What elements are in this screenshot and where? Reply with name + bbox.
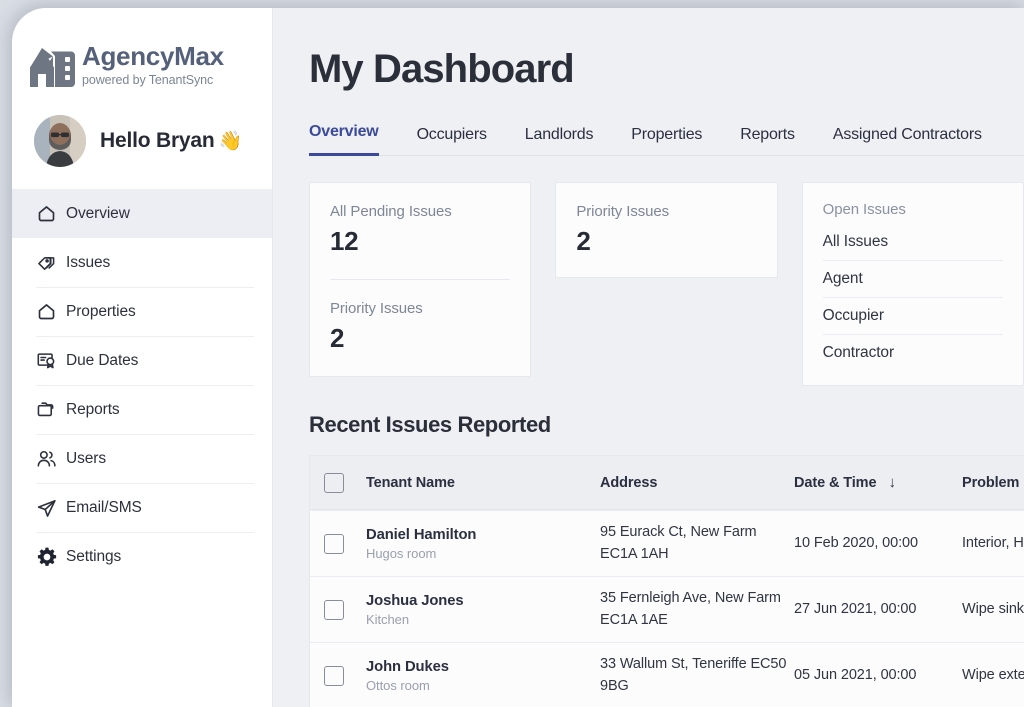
row-select-cell — [310, 533, 366, 554]
tags-icon — [36, 252, 66, 274]
card-priority-issues[interactable]: Priority Issues 2 — [555, 182, 778, 278]
sidebar-item-label: Reports — [66, 400, 120, 418]
stat-label: Priority Issues — [330, 300, 423, 317]
cell-tenant-name: Daniel Hamilton Hugos room — [366, 527, 600, 561]
tenant-name: John Dukes — [366, 658, 449, 675]
cell-tenant-name: Joshua Jones Kitchen — [366, 593, 600, 627]
stat-value: 2 — [576, 226, 591, 256]
wave-emoji: 👋 — [218, 131, 243, 152]
sidebar-item-settings[interactable]: Settings — [12, 532, 272, 581]
cell-problem: Interior, Hob — [962, 534, 1024, 551]
send-icon — [36, 497, 66, 519]
card-open-issues: Open Issues All Issues Agent Occupier Co… — [801, 182, 1024, 386]
home-icon — [36, 203, 66, 224]
sidebar: AgencyMax powered by TenantSync Hello Br… — [12, 8, 273, 707]
sidebar-item-label: Issues — [66, 253, 111, 271]
sidebar-item-properties[interactable]: Properties — [12, 287, 272, 336]
sidebar-item-due-dates[interactable]: Due Dates — [12, 336, 272, 385]
row-checkbox[interactable] — [324, 665, 344, 686]
column-header-date-time[interactable]: Date & Time ↓ — [794, 475, 962, 491]
sidebar-item-issues[interactable]: Issues — [12, 238, 272, 287]
sidebar-item-label: Overview — [66, 204, 130, 222]
cell-date-time: 05 Jun 2021, 00:00 — [794, 666, 917, 683]
cell-problem: Wipe exterior refrigerator — [962, 666, 1024, 683]
sidebar-nav: Overview Issues Properties Due Dates Rep… — [12, 189, 272, 581]
table-header-row: Tenant Name Address Date & Time ↓ Proble… — [310, 456, 1024, 510]
tab-assigned-contractors[interactable]: Assigned Contractors — [833, 126, 982, 156]
cell-date-time: 27 Jun 2021, 00:00 — [794, 600, 917, 617]
brand-tagline: powered by TenantSync — [82, 73, 214, 88]
select-all-cell — [310, 472, 366, 493]
greeting-text: Hello Bryan 👋 — [100, 129, 242, 153]
cell-date-time: 10 Feb 2020, 00:00 — [794, 534, 918, 551]
row-select-cell — [310, 599, 366, 620]
sidebar-item-email-sms[interactable]: Email/SMS — [12, 483, 272, 532]
row-select-cell — [310, 665, 366, 686]
open-issues-item-all[interactable]: All Issues — [823, 224, 1003, 260]
sidebar-item-label: Email/SMS — [66, 498, 142, 516]
tab-overview[interactable]: Overview — [309, 123, 379, 156]
tab-reports[interactable]: Reports — [740, 126, 795, 156]
avatar[interactable] — [34, 115, 86, 167]
open-issues-item-occupier[interactable]: Occupier — [822, 297, 1003, 334]
open-issues-item-agent[interactable]: Agent — [822, 260, 1003, 297]
home-icon — [36, 301, 66, 322]
column-header-address[interactable]: Address — [600, 475, 794, 491]
open-issues-item-contractor[interactable]: Contractor — [822, 334, 1003, 371]
users-icon — [36, 448, 66, 470]
stat-value: 12 — [330, 226, 359, 256]
tab-properties[interactable]: Properties — [631, 126, 702, 156]
user-greeting: Hello Bryan 👋 — [12, 93, 272, 167]
certificate-icon — [36, 350, 66, 372]
table-row[interactable]: John Dukes Ottos room 33 Wallum St, Tene… — [310, 642, 1024, 707]
column-header-problem[interactable]: Problem — [962, 475, 1024, 491]
cell-address: 33 Wallum St, Teneriffe EC50 9BG — [600, 656, 787, 694]
sidebar-item-reports[interactable]: Reports — [12, 385, 272, 434]
stat-value: 2 — [330, 323, 345, 353]
column-header-tenant-name[interactable]: Tenant Name — [366, 475, 600, 491]
tenant-room: Hugos room — [366, 545, 437, 561]
cell-tenant-name: John Dukes Ottos room — [366, 659, 600, 693]
sidebar-item-overview[interactable]: Overview — [12, 189, 272, 238]
tab-occupiers[interactable]: Occupiers — [417, 126, 487, 156]
table-row[interactable]: Joshua Jones Kitchen 35 Fernleigh Ave, N… — [310, 576, 1024, 642]
card-divider — [330, 279, 511, 280]
tab-landlords[interactable]: Landlords — [525, 126, 594, 156]
tenant-name: Daniel Hamilton — [366, 526, 477, 543]
tab-bar: Overview Occupiers Landlords Properties … — [309, 122, 1024, 156]
recent-issues-table: Tenant Name Address Date & Time ↓ Proble… — [309, 455, 1024, 707]
cell-address: 35 Fernleigh Ave, New Farm EC1A 1AE — [600, 590, 781, 628]
tenant-room: Ottos room — [366, 677, 430, 693]
column-header-date-label: Date & Time — [794, 474, 877, 491]
row-checkbox[interactable] — [324, 533, 344, 554]
page-title: My Dashboard — [309, 47, 575, 91]
stat-label: Priority Issues — [576, 203, 670, 220]
gear-icon — [36, 546, 66, 568]
sidebar-item-label: Settings — [66, 547, 122, 565]
table-row[interactable]: Daniel Hamilton Hugos room 95 Eurack Ct,… — [310, 510, 1024, 576]
open-issues-label: Open Issues — [822, 201, 906, 218]
tenant-room: Kitchen — [366, 611, 410, 627]
brand-name: AgencyMax — [82, 41, 224, 71]
sort-descending-icon: ↓ — [888, 474, 896, 491]
sidebar-item-label: Properties — [66, 302, 136, 320]
cell-address: 95 Eurack Ct, New Farm EC1A 1AH — [600, 524, 757, 562]
greeting-label: Hello Bryan — [100, 129, 215, 152]
tenant-name: Joshua Jones — [366, 592, 464, 609]
card-all-pending-issues[interactable]: All Pending Issues 12 Priority Issues 2 — [309, 182, 532, 377]
app-window: AgencyMax powered by TenantSync Hello Br… — [12, 8, 1024, 707]
stat-label: All Pending Issues — [330, 203, 452, 220]
sidebar-item-users[interactable]: Users — [12, 434, 272, 483]
house-building-icon — [24, 41, 82, 93]
sidebar-item-label: Users — [66, 449, 106, 467]
select-all-checkbox[interactable] — [324, 472, 344, 493]
brand-logo[interactable]: AgencyMax powered by TenantSync — [12, 8, 272, 93]
section-title-recent-issues: Recent Issues Reported — [309, 412, 551, 437]
folder-icon — [36, 399, 66, 420]
main-content: My Dashboard Overview Occupiers Landlord… — [273, 8, 1024, 707]
row-checkbox[interactable] — [324, 599, 344, 620]
sidebar-item-label: Due Dates — [66, 351, 139, 369]
cell-problem: Wipe sink & — [962, 600, 1024, 617]
stat-cards: All Pending Issues 12 Priority Issues 2 … — [309, 182, 1024, 386]
